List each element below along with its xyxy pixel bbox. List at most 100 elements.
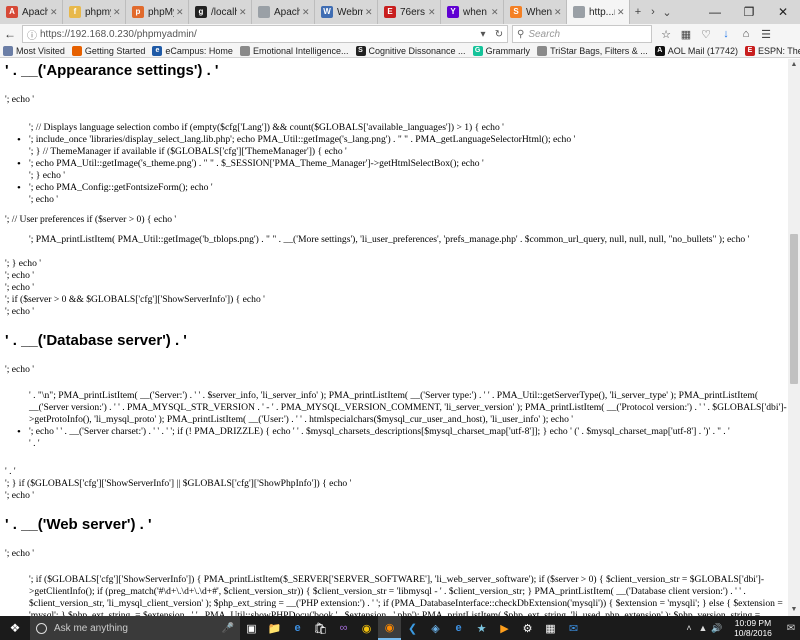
- file-explorer-icon[interactable]: 📁: [263, 616, 286, 640]
- database-server-list: '; echo ' ' . __('Server charset:') . ' …: [17, 426, 788, 450]
- apache-icon: A: [6, 6, 18, 18]
- close-tab-icon[interactable]: ✕: [113, 7, 122, 18]
- bookmark-item[interactable]: EESPN: The Worldwide ...: [744, 45, 800, 56]
- tab-scroll-right-button[interactable]: ›: [646, 0, 660, 24]
- home-icon[interactable]: ⌂: [736, 25, 756, 43]
- tab-label: Apache2 Ubu...: [274, 6, 300, 18]
- media-player-icon[interactable]: ▶: [493, 616, 516, 640]
- bookmarks-folder-icon: [3, 45, 13, 56]
- new-tab-button[interactable]: +: [630, 0, 646, 24]
- pocket-icon[interactable]: ♡: [696, 25, 716, 43]
- bookmark-label: Getting Started: [84, 45, 146, 56]
- scroll-down-icon[interactable]: ▼: [788, 604, 800, 616]
- bookmark-item[interactable]: Most Visited: [3, 45, 65, 56]
- text-line: '; echo ': [5, 364, 35, 375]
- close-tab-icon[interactable]: ✕: [176, 7, 185, 18]
- gear-icon: [537, 45, 548, 56]
- vscode-icon[interactable]: ❮: [401, 616, 424, 640]
- yahoo-icon: Y: [447, 6, 459, 18]
- remote-desktop-icon[interactable]: ◈: [424, 616, 447, 640]
- action-center-icon[interactable]: ✉: [782, 623, 800, 634]
- close-tab-icon[interactable]: ✕: [365, 7, 374, 18]
- bookmark-item[interactable]: Emotional Intelligence...: [239, 45, 349, 56]
- bookmark-item[interactable]: TriStar Bags, Filters & ...: [537, 45, 648, 56]
- url-text[interactable]: https://192.168.0.230/phpmyadmin/: [40, 29, 475, 40]
- ie-icon[interactable]: e: [447, 616, 470, 640]
- browser-tab[interactable]: E 76ers vs. ...✕: [378, 0, 441, 24]
- close-tab-icon[interactable]: ✕: [428, 7, 437, 18]
- text-line: '; } echo ': [29, 170, 66, 181]
- browser-tab[interactable]: g/localhos...✕: [189, 0, 252, 24]
- close-window-icon[interactable]: ✕: [766, 0, 800, 24]
- tab-label: phpmyad...: [85, 6, 111, 18]
- browser-tab[interactable]: Apache2 Ubu...✕: [252, 0, 315, 24]
- clock-date: 10/8/2016: [734, 628, 772, 638]
- text-line: ' . ': [5, 466, 16, 477]
- vertical-scrollbar[interactable]: ▲ ▼: [788, 59, 800, 616]
- task-view-icon[interactable]: ▣: [240, 616, 263, 640]
- start-button[interactable]: ❖: [0, 616, 30, 640]
- text-line: '; echo ': [29, 194, 59, 205]
- close-tab-icon[interactable]: ✕: [617, 7, 626, 18]
- back-button[interactable]: ←: [0, 25, 20, 43]
- close-tab-icon[interactable]: ✕: [554, 7, 563, 18]
- browser-tab[interactable]: A ApacheM...✕: [0, 0, 63, 24]
- store-icon[interactable]: 🛍: [309, 616, 332, 640]
- close-tab-icon[interactable]: ✕: [50, 7, 59, 18]
- bookmark-item[interactable]: e eCampus: Home: [152, 45, 233, 56]
- browser-tab[interactable]: f phpmyad...✕: [63, 0, 126, 24]
- bookmark-star-icon[interactable]: ☆: [656, 25, 676, 43]
- volume-icon[interactable]: 🔊: [710, 623, 724, 634]
- show-hidden-icons-icon[interactable]: ˄: [682, 623, 696, 633]
- settings-icon[interactable]: ⚙: [516, 616, 539, 640]
- edge-icon[interactable]: e: [286, 616, 309, 640]
- text-paragraph: ' . "\n"; PMA_printListItem( __('Server:…: [29, 390, 787, 425]
- browser-tab[interactable]: p phpMyA...✕: [126, 0, 189, 24]
- bookmark-item[interactable]: G Grammarly: [472, 45, 530, 56]
- taskbar-clock[interactable]: 10:09 PM 10/8/2016: [724, 618, 782, 638]
- close-tab-icon[interactable]: ✕: [491, 7, 500, 18]
- bookmark-item[interactable]: A AOL Mail (17742): [654, 45, 738, 56]
- browser-tab[interactable]: W Webmin ...✕: [315, 0, 378, 24]
- microphone-icon[interactable]: 🎤: [222, 623, 234, 634]
- bookmark-item[interactable]: Getting Started: [71, 45, 146, 56]
- scroll-up-icon[interactable]: ▲: [788, 59, 800, 71]
- browser-tab-strip: AApacheM...✕fphpmyad...✕pphpMyA...✕g/loc…: [0, 0, 800, 24]
- close-tab-icon[interactable]: ✕: [302, 7, 311, 18]
- page-icon: [258, 6, 270, 18]
- cortana-search-box[interactable]: Ask me anything 🎤: [30, 616, 240, 640]
- search-input[interactable]: ⚲ Search: [512, 25, 652, 43]
- web-server-block: '; if ($GLOBALS['cfg']['ShowServerInfo']…: [29, 574, 788, 616]
- restore-icon[interactable]: ❐: [732, 0, 766, 24]
- minimize-icon[interactable]: —: [698, 0, 732, 24]
- firefox-icon[interactable]: ◉: [378, 616, 401, 640]
- browser-tab[interactable]: http...min/✕: [567, 0, 630, 24]
- visual-studio-icon[interactable]: ∞: [332, 616, 355, 640]
- bookmark-label: Emotional Intelligence...: [252, 45, 349, 56]
- reload-icon[interactable]: ↻: [491, 29, 507, 40]
- network-icon[interactable]: ▲: [696, 623, 710, 633]
- bookmark-item[interactable]: S Cognitive Dissonance ...: [355, 45, 466, 56]
- dropdown-icon[interactable]: ▾: [475, 29, 491, 40]
- connection-info-icon[interactable]: ⓘ: [27, 27, 37, 42]
- scrollbar-thumb[interactable]: [790, 234, 798, 384]
- network-app-icon[interactable]: ★: [470, 616, 493, 640]
- browser-tab[interactable]: S When ac...✕: [504, 0, 567, 24]
- download-icon[interactable]: ↓: [716, 25, 736, 43]
- bookmark-label: eCampus: Home: [165, 45, 233, 56]
- tab-list-dropdown-icon[interactable]: ⌄: [660, 0, 674, 24]
- browser-tab[interactable]: Ywhen acc...✕: [441, 0, 504, 24]
- web-server-heading: ' . __('Web server') . ': [5, 516, 152, 533]
- tab-label: When ac...: [526, 6, 552, 18]
- calculator-icon[interactable]: ▦: [539, 616, 562, 640]
- text-paragraph: '; echo ' ' . __('Server charset:') . ' …: [29, 426, 730, 437]
- mail-icon[interactable]: ✉: [562, 616, 585, 640]
- address-bar[interactable]: ⓘ https://192.168.0.230/phpmyadmin/ ▾ ↻: [22, 25, 508, 43]
- chrome-icon[interactable]: ◉: [355, 616, 378, 640]
- espn-icon: E: [744, 45, 755, 56]
- close-tab-icon[interactable]: ✕: [239, 7, 248, 18]
- tab-label: http...min/: [589, 6, 615, 18]
- reading-list-icon[interactable]: ▦: [676, 25, 696, 43]
- toolbar-icons: ☆ ▦ ♡ ↓ ⌂ ☰: [656, 25, 776, 43]
- menu-icon[interactable]: ☰: [756, 25, 776, 43]
